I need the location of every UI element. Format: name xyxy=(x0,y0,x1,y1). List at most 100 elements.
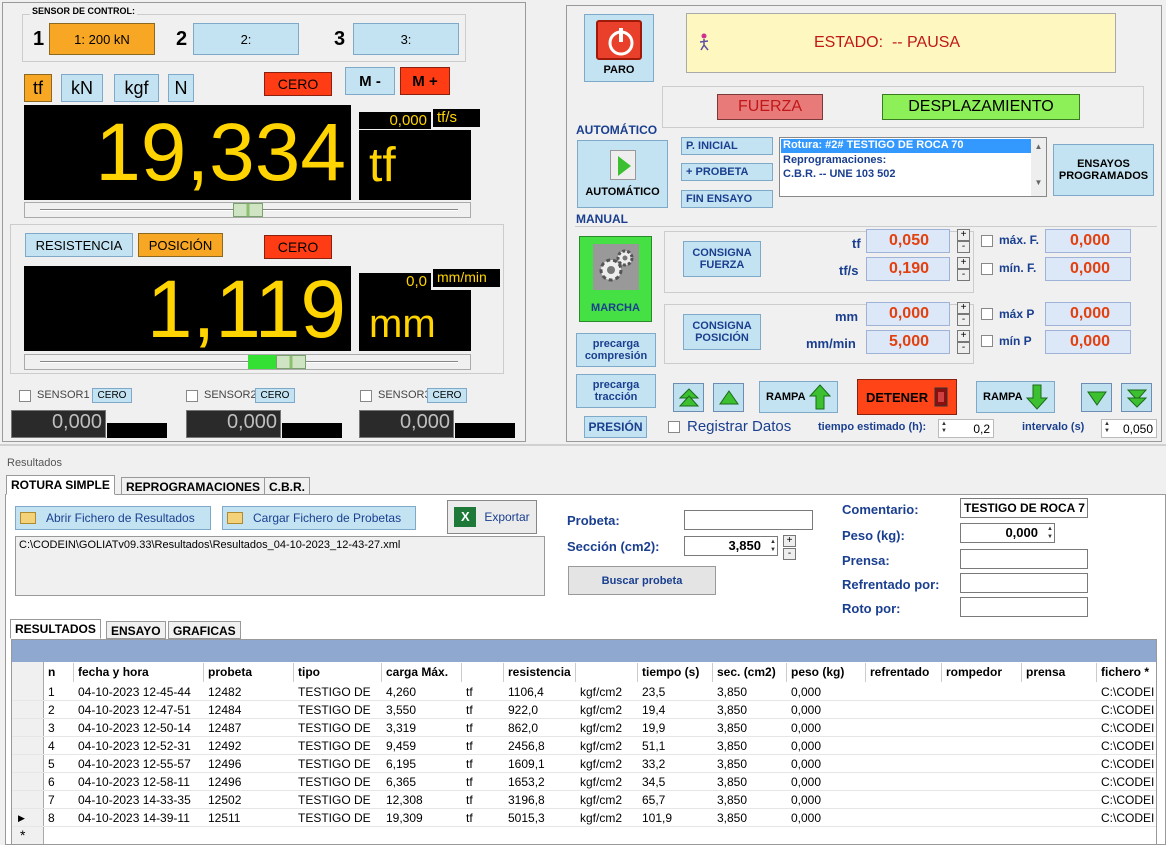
unit-n-button[interactable]: N xyxy=(168,74,194,102)
exportar-button[interactable]: X Exportar xyxy=(447,500,537,534)
column-header[interactable]: rompedor xyxy=(942,663,1022,682)
desplazamiento-button[interactable]: DESPLAZAMIENTO xyxy=(882,94,1080,120)
m-plus-button[interactable]: M + xyxy=(400,67,450,95)
column-header[interactable]: probeta xyxy=(204,663,294,682)
column-header[interactable]: carga Máx. xyxy=(382,663,462,682)
fuerza-value-input[interactable]: 0,050 xyxy=(866,229,950,253)
sensor1-cero-button[interactable]: CERO xyxy=(92,388,132,403)
column-header[interactable]: fichero * xyxy=(1097,663,1156,682)
tab-cbr[interactable]: C.B.R. xyxy=(264,477,310,495)
posicion-minus[interactable]: - xyxy=(957,314,970,326)
p-inicial-button[interactable]: P. INICIAL xyxy=(681,137,773,155)
fuerza-rate-input[interactable]: 0,190 xyxy=(866,257,950,281)
unit-tf-button[interactable]: tf xyxy=(24,74,52,102)
rampa-up-button[interactable]: RAMPA xyxy=(759,381,838,413)
ensayos-list-item[interactable]: Reprogramaciones: xyxy=(781,154,886,166)
sensor-3-button[interactable]: 3: xyxy=(353,23,459,55)
resistencia-button[interactable]: RESISTENCIA xyxy=(25,233,133,257)
max-f-input[interactable]: 0,000 xyxy=(1045,229,1131,253)
force-cero-button[interactable]: CERO xyxy=(264,72,332,96)
seccion-minus[interactable]: - xyxy=(783,548,796,560)
precarga-traccion-button[interactable]: precarga tracción xyxy=(576,374,656,408)
sensor-1-button[interactable]: 1: 200 kN xyxy=(49,23,155,55)
tab-graficas[interactable]: GRAFICAS xyxy=(168,621,241,639)
tiempo-arrows[interactable]: ▲ ▼ xyxy=(941,421,947,435)
consigna-fuerza-button[interactable]: CONSIGNA FUERZA xyxy=(683,241,761,277)
detener-button[interactable]: DETENER xyxy=(857,379,957,415)
min-f-input[interactable]: 0,000 xyxy=(1045,257,1131,281)
precarga-compresion-button[interactable]: precarga compresión xyxy=(576,333,656,367)
max-f-checkbox[interactable] xyxy=(981,235,993,247)
sensor-2-button[interactable]: 2: xyxy=(193,23,299,55)
down-button[interactable] xyxy=(1081,383,1112,412)
posicion-rate-minus[interactable]: - xyxy=(957,342,970,354)
fuerza-minus[interactable]: - xyxy=(957,241,970,253)
max-p-checkbox[interactable] xyxy=(981,308,993,320)
prensa-input[interactable] xyxy=(960,549,1088,569)
min-p-checkbox[interactable] xyxy=(981,335,993,347)
fuerza-rate-minus[interactable]: - xyxy=(957,269,970,281)
position-cero-button[interactable]: CERO xyxy=(264,235,332,259)
ensayos-list-item-selected[interactable]: Rotura: #2# TESTIGO DE ROCA 70 xyxy=(781,139,1031,153)
column-header[interactable]: tiempo (s) xyxy=(638,663,713,682)
rampa-down-button[interactable]: RAMPA xyxy=(976,381,1055,413)
seccion-input[interactable]: 3,850 ▲ ▼ xyxy=(684,536,778,556)
fuerza-rate-plus[interactable]: + xyxy=(957,257,970,269)
posicion-value-input[interactable]: 0,000 xyxy=(866,302,950,326)
force-slider-thumb[interactable] xyxy=(233,203,263,217)
unit-kn-button[interactable]: kN xyxy=(61,74,103,102)
column-header[interactable]: prensa xyxy=(1022,663,1097,682)
automatico-button[interactable]: AUTOMÁTICO xyxy=(577,140,668,208)
sensor3-checkbox[interactable] xyxy=(360,390,372,402)
posicion-rate-input[interactable]: 5,000 xyxy=(866,330,950,354)
tab-reprogramaciones[interactable]: REPROGRAMACIONES xyxy=(121,477,266,495)
presion-button[interactable]: PRESIÓN xyxy=(584,416,647,438)
position-slider-thumb[interactable] xyxy=(276,355,306,369)
fast-down-button[interactable] xyxy=(1121,383,1152,412)
paro-button[interactable]: PARO xyxy=(584,14,654,82)
intervalo-arrows[interactable]: ▲ ▼ xyxy=(1104,421,1110,435)
intervalo-input[interactable]: ▲ ▼ 0,050 xyxy=(1101,419,1157,438)
fin-ensayo-button[interactable]: FIN ENSAYO xyxy=(681,190,773,208)
max-p-input[interactable]: 0,000 xyxy=(1045,302,1131,326)
tiempo-input[interactable]: ▲ ▼ 0,2 xyxy=(938,419,994,438)
fast-up-button[interactable] xyxy=(673,383,704,412)
refrentado-input[interactable] xyxy=(960,573,1088,593)
unit-kgf-button[interactable]: kgf xyxy=(114,74,159,102)
column-header[interactable]: refrentado xyxy=(866,663,942,682)
cargar-fichero-button[interactable]: Cargar Fichero de Probetas xyxy=(222,506,416,530)
fuerza-plus[interactable]: + xyxy=(957,229,970,241)
column-header[interactable] xyxy=(462,663,504,682)
posicion-plus[interactable]: + xyxy=(957,302,970,314)
comentario-input[interactable]: TESTIGO DE ROCA 7 xyxy=(960,498,1088,518)
marcha-button[interactable]: MARCHA xyxy=(579,236,652,322)
column-header[interactable]: tipo xyxy=(294,663,382,682)
sensor1-checkbox[interactable] xyxy=(19,390,31,402)
ensayos-list-item[interactable]: C.B.R. -- UNE 103 502 xyxy=(781,168,895,180)
ensayos-programados-button[interactable]: ENSAYOS PROGRAMADOS xyxy=(1053,144,1154,196)
sensor3-cero-button[interactable]: CERO xyxy=(427,388,467,403)
tab-ensayo[interactable]: ENSAYO xyxy=(106,621,166,639)
seccion-plus[interactable]: + xyxy=(783,535,796,547)
up-button[interactable] xyxy=(713,383,744,412)
sensor2-cero-button[interactable]: CERO xyxy=(255,388,295,403)
ensayos-list-scrollbar[interactable]: ▲ ▼ xyxy=(1031,138,1046,196)
column-header[interactable]: fecha y hora xyxy=(74,663,204,682)
column-header[interactable]: n xyxy=(44,663,74,682)
consigna-posicion-button[interactable]: CONSIGNA POSICIÓN xyxy=(683,314,761,350)
probeta-input[interactable] xyxy=(684,510,813,530)
mas-probeta-button[interactable]: + PROBETA xyxy=(681,163,773,181)
posicion-rate-plus[interactable]: + xyxy=(957,330,970,342)
seccion-arrows[interactable]: ▲ ▼ xyxy=(770,538,776,554)
roto-input[interactable] xyxy=(960,597,1088,617)
registrar-checkbox[interactable] xyxy=(668,421,680,433)
fuerza-button[interactable]: FUERZA xyxy=(717,94,823,120)
min-f-checkbox[interactable] xyxy=(981,263,993,275)
column-header[interactable]: peso (kg) xyxy=(787,663,866,682)
m-minus-button[interactable]: M - xyxy=(345,67,395,95)
sensor2-checkbox[interactable] xyxy=(186,390,198,402)
posicion-button[interactable]: POSICIÓN xyxy=(138,233,223,257)
min-p-input[interactable]: 0,000 xyxy=(1045,330,1131,354)
tab-resultados[interactable]: RESULTADOS xyxy=(10,619,101,639)
tab-rotura-simple[interactable]: ROTURA SIMPLE xyxy=(6,475,115,495)
